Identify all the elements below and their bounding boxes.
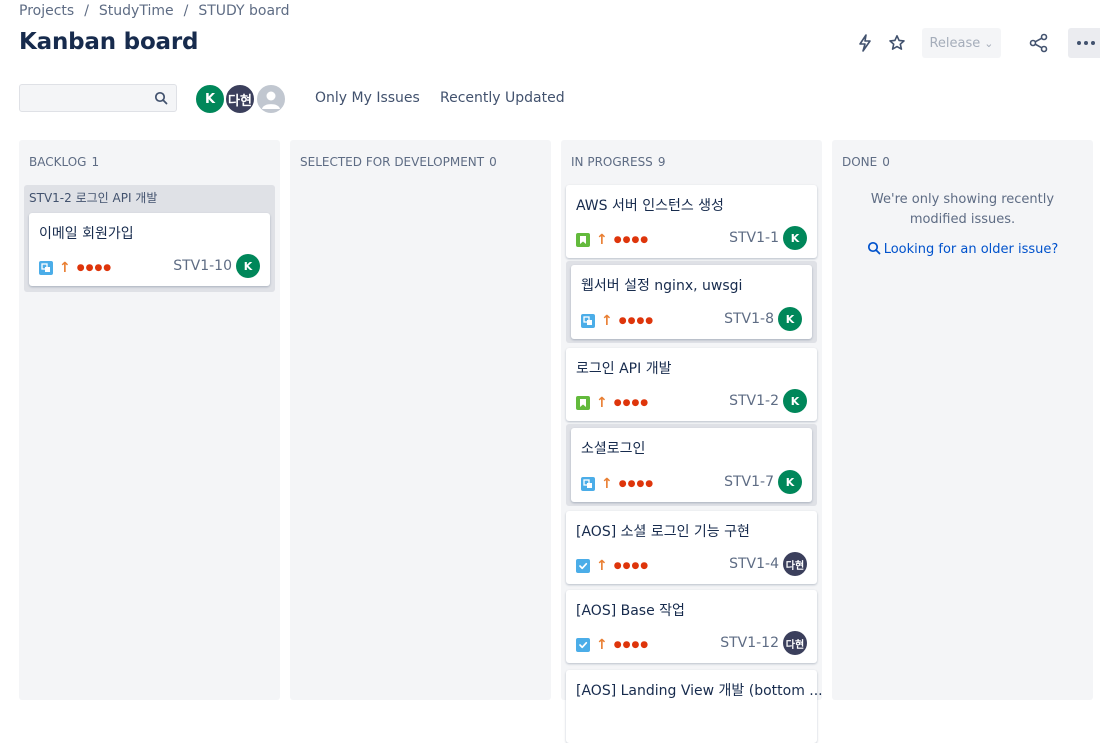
priority-high-icon: ↑ bbox=[596, 232, 608, 248]
estimate-dots: ●●●● bbox=[613, 640, 650, 650]
assignee-avatar[interactable]: K bbox=[778, 470, 802, 494]
estimate-dots: ●●●● bbox=[613, 561, 650, 571]
breadcrumb: Projects / StudyTime / STUDY board bbox=[19, 3, 289, 19]
issue-key[interactable]: STV1-10 bbox=[173, 258, 232, 274]
issue-card[interactable]: 소셜로그인 ↑ ●●●● STV1-7 K bbox=[571, 428, 812, 502]
search-icon bbox=[867, 241, 881, 255]
priority-high-icon: ↑ bbox=[596, 558, 608, 574]
search-input[interactable] bbox=[26, 86, 150, 112]
breadcrumb-separator: / bbox=[183, 3, 189, 19]
chevron-down-icon: ⌄ bbox=[984, 36, 994, 50]
breadcrumb-separator: / bbox=[84, 3, 89, 19]
card-title: [AOS] Base 작업 bbox=[576, 603, 685, 619]
card-title: 소셜로그인 bbox=[581, 441, 646, 457]
card-title: [AOS] Landing View 개발 (bottom ... bbox=[576, 683, 823, 699]
column-title: BACKLOG bbox=[29, 155, 87, 169]
breadcrumb-project[interactable]: StudyTime bbox=[99, 3, 174, 19]
card-title: 웹서버 설정 nginx, uwsgi bbox=[581, 278, 743, 294]
issue-key[interactable]: STV1-1 bbox=[729, 230, 779, 246]
page-title: Kanban board bbox=[19, 29, 199, 55]
column-header: BACKLOG 1 bbox=[29, 155, 99, 169]
assignee-avatar[interactable]: 다현 bbox=[783, 631, 807, 655]
estimate-dots: ●●●● bbox=[613, 235, 650, 245]
estimate-dots: ●●●● bbox=[613, 398, 650, 408]
column-header: IN PROGRESS 9 bbox=[571, 155, 665, 169]
star-icon[interactable] bbox=[886, 32, 908, 54]
assignee-avatar[interactable]: K bbox=[236, 254, 260, 278]
issue-card[interactable]: 로그인 API 개발 ↑ ●●●● STV1-2 K bbox=[566, 348, 817, 421]
card-title: 이메일 회원가입 bbox=[39, 226, 134, 242]
issue-key[interactable]: STV1-7 bbox=[724, 474, 774, 490]
issue-card[interactable]: AWS 서버 인스턴스 생성 ↑ ●●●● STV1-1 K bbox=[566, 185, 817, 258]
task-icon bbox=[576, 559, 590, 573]
story-icon bbox=[576, 396, 590, 410]
card-title: AWS 서버 인스턴스 생성 bbox=[576, 198, 724, 214]
board-search[interactable] bbox=[19, 84, 177, 112]
more-actions-button[interactable] bbox=[1068, 28, 1100, 58]
estimate-dots: ●●●● bbox=[618, 479, 655, 489]
assignee-avatar[interactable]: K bbox=[783, 226, 807, 250]
assignee-avatar[interactable]: K bbox=[783, 389, 807, 413]
card-title: 로그인 API 개발 bbox=[576, 361, 672, 377]
subtask-group: 소셜로그인 ↑ ●●●● STV1-7 K bbox=[566, 424, 817, 506]
issue-key[interactable]: STV1-2 bbox=[729, 393, 779, 409]
issue-key[interactable]: STV1-4 bbox=[729, 556, 779, 572]
issue-card[interactable]: 이메일 회원가입 ↑ ●●●● STV1-10 K bbox=[29, 213, 270, 286]
older-issue-link[interactable]: Looking for an older issue? bbox=[832, 241, 1093, 257]
more-icon bbox=[1077, 41, 1095, 45]
person-icon bbox=[262, 91, 280, 109]
swimlane-label: STV1-2 로그인 API 개발 bbox=[29, 191, 158, 205]
column-title: DONE bbox=[842, 155, 878, 169]
task-icon bbox=[576, 638, 590, 652]
avatar-filter-dahyun[interactable]: 다현 bbox=[224, 83, 256, 115]
estimate-dots: ●●●● bbox=[76, 263, 113, 273]
column-count: 0 bbox=[489, 155, 497, 169]
column-header: SELECTED FOR DEVELOPMENT 0 bbox=[300, 155, 497, 169]
column-count: 1 bbox=[91, 155, 100, 169]
subtask-group: 웹서버 설정 nginx, uwsgi ↑ ●●●● STV1-8 K bbox=[566, 261, 817, 343]
subtask-icon bbox=[581, 314, 595, 328]
card-title: [AOS] 소셜 로그인 기능 구현 bbox=[576, 524, 750, 540]
breadcrumb-board[interactable]: STUDY board bbox=[198, 3, 289, 19]
only-my-issues-filter[interactable]: Only My Issues bbox=[315, 90, 420, 106]
older-issue-link-label: Looking for an older issue? bbox=[883, 242, 1059, 257]
issue-key[interactable]: STV1-12 bbox=[720, 635, 779, 651]
breadcrumb-projects[interactable]: Projects bbox=[19, 3, 74, 19]
assignee-avatar[interactable]: 다현 bbox=[783, 552, 807, 576]
column-title: IN PROGRESS bbox=[571, 155, 653, 169]
priority-high-icon: ↑ bbox=[596, 637, 608, 653]
priority-high-icon: ↑ bbox=[601, 313, 613, 329]
subtask-icon bbox=[39, 261, 53, 275]
done-info-message: We're only showing recently modified iss… bbox=[870, 192, 1055, 227]
column-header: DONE 0 bbox=[842, 155, 890, 169]
swimlane-parent[interactable]: STV1-2 로그인 API 개발 이메일 회원가입 ↑ ●●●● STV1-1… bbox=[24, 185, 275, 292]
estimate-dots: ●●●● bbox=[618, 316, 655, 326]
priority-high-icon: ↑ bbox=[59, 260, 71, 276]
column-backlog: BACKLOG 1 STV1-2 로그인 API 개발 이메일 회원가입 ↑ ●●… bbox=[19, 140, 280, 700]
issue-card[interactable]: [AOS] 소셜 로그인 기능 구현 ↑ ●●●● STV1-4 다현 bbox=[566, 511, 817, 584]
issue-card[interactable]: [AOS] Base 작업 ↑ ●●●● STV1-12 다현 bbox=[566, 590, 817, 663]
column-title: SELECTED FOR DEVELOPMENT bbox=[300, 155, 485, 169]
issue-key[interactable]: STV1-8 bbox=[724, 311, 774, 327]
column-done: DONE 0 We're only showing recently modifi… bbox=[832, 140, 1093, 700]
priority-high-icon: ↑ bbox=[601, 476, 613, 492]
automation-icon[interactable] bbox=[854, 32, 876, 54]
issue-card[interactable]: 웹서버 설정 nginx, uwsgi ↑ ●●●● STV1-8 K bbox=[571, 265, 812, 339]
avatar-filter-unassigned[interactable] bbox=[255, 83, 287, 115]
recently-updated-filter[interactable]: Recently Updated bbox=[440, 90, 565, 106]
story-icon bbox=[576, 233, 590, 247]
release-button[interactable]: Release ⌄ bbox=[922, 28, 1001, 58]
share-icon[interactable] bbox=[1028, 32, 1050, 54]
column-selected-for-development: SELECTED FOR DEVELOPMENT 0 bbox=[290, 140, 551, 700]
subtask-icon bbox=[581, 477, 595, 491]
column-count: 9 bbox=[657, 155, 666, 169]
priority-high-icon: ↑ bbox=[596, 395, 608, 411]
column-count: 0 bbox=[882, 155, 890, 169]
assignee-avatar[interactable]: K bbox=[778, 307, 802, 331]
column-in-progress: IN PROGRESS 9 AWS 서버 인스턴스 생성 ↑ ●●●● STV1-… bbox=[561, 140, 823, 743]
issue-card[interactable]: [AOS] Landing View 개발 (bottom ... bbox=[566, 670, 823, 743]
avatar-filter-k[interactable]: K bbox=[194, 83, 226, 115]
search-icon bbox=[154, 91, 168, 109]
release-label: Release bbox=[929, 35, 981, 51]
